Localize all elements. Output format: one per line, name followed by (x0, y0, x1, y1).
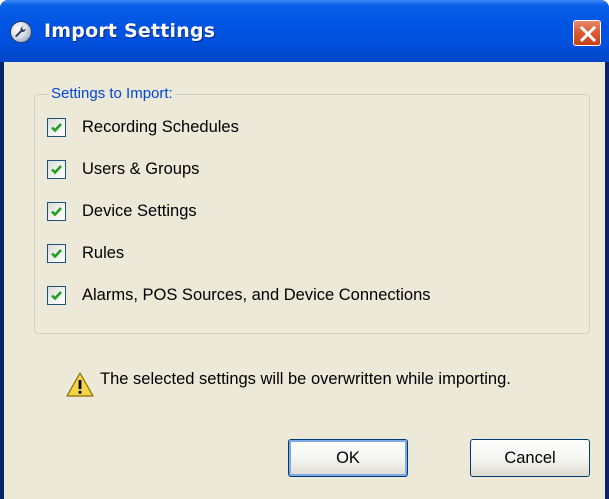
settings-to-import-group: Settings to Import: Recording Schedules … (34, 85, 590, 334)
cancel-button[interactable]: Cancel (470, 439, 590, 477)
warning-icon (66, 372, 94, 398)
checkbox-box[interactable] (47, 159, 66, 179)
checkbox-box[interactable] (47, 117, 66, 137)
ok-button[interactable]: OK (288, 439, 408, 477)
dialog-title: Import Settings (44, 20, 216, 42)
checkbox-label: Recording Schedules (82, 117, 239, 136)
checkbox-label: Users & Groups (82, 159, 200, 178)
checkmark-icon (51, 164, 62, 174)
checkmark-icon (51, 122, 62, 132)
checkbox-label: Rules (82, 243, 125, 262)
warning-message: The selected settings will be overwritte… (100, 370, 511, 388)
checkbox-users-groups[interactable]: Users & Groups (47, 157, 199, 181)
checkbox-rules[interactable]: Rules (47, 241, 124, 265)
checkmark-icon (51, 206, 62, 216)
checkbox-box[interactable] (47, 201, 66, 221)
checkbox-recording-schedules[interactable]: Recording Schedules (47, 115, 239, 139)
checkbox-device-settings[interactable]: Device Settings (47, 199, 197, 223)
close-button[interactable] (573, 20, 601, 46)
group-legend: Settings to Import: (49, 85, 175, 102)
checkmark-icon (51, 248, 62, 258)
checkbox-label: Device Settings (82, 201, 197, 220)
settings-icon (10, 21, 32, 43)
checkbox-box[interactable] (47, 285, 66, 305)
import-settings-dialog: Import Settings Settings to Import: Reco… (0, 0, 609, 499)
checkmark-icon (51, 290, 62, 300)
checkbox-alarms-pos-device-connections[interactable]: Alarms, POS Sources, and Device Connecti… (47, 283, 431, 307)
close-icon (580, 26, 596, 42)
title-bar[interactable]: Import Settings (0, 0, 609, 62)
checkbox-label: Alarms, POS Sources, and Device Connecti… (82, 285, 431, 304)
checkbox-box[interactable] (47, 243, 66, 263)
dialog-body: Settings to Import: Recording Schedules … (4, 62, 605, 499)
